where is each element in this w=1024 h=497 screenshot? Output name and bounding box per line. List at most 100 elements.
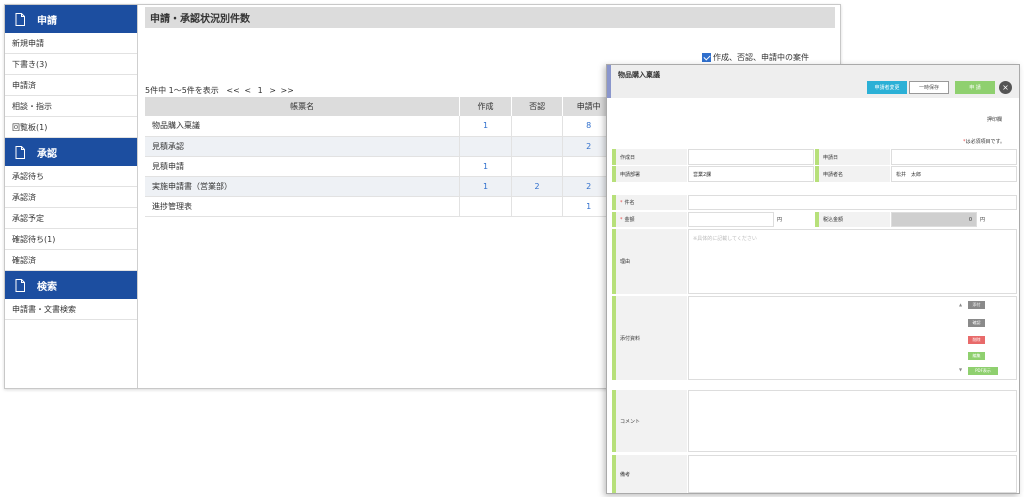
subject-input[interactable] xyxy=(688,195,1017,210)
sidebar-item-confirmed[interactable]: 確認済 xyxy=(5,250,137,271)
count-link[interactable] xyxy=(459,136,512,157)
filter-checkbox[interactable]: 作成、否認、申請中の案件 xyxy=(702,52,809,63)
required-note: *は必須項目です。 xyxy=(963,138,1005,145)
required-mark: * xyxy=(620,216,623,223)
pager-last[interactable]: >> xyxy=(280,86,293,95)
confirm-attachment-button[interactable]: 確認 xyxy=(968,319,985,327)
required-mark: * xyxy=(620,199,623,206)
sidebar-item-awaiting-confirm[interactable]: 確認待ち(1) xyxy=(5,229,137,250)
pager-first[interactable]: << xyxy=(226,86,239,95)
count-link[interactable] xyxy=(459,196,512,217)
document-icon xyxy=(15,145,25,159)
amount-label: * 金額 xyxy=(612,212,687,227)
comment-textarea[interactable] xyxy=(688,390,1017,452)
sidebar-item-document-search[interactable]: 申請書・文書検索 xyxy=(5,299,137,320)
temp-save-button[interactable]: 一時保存 xyxy=(909,81,949,94)
pager-summary: 5件中 1～5件を表示 xyxy=(145,86,219,95)
sidebar-section-title: 申請 xyxy=(37,15,57,27)
status-table: 帳票名 作成 否認 申請中 物品購入稟議 1 8 見積承認 2 見積申請 1 実… xyxy=(145,97,615,217)
form-name-cell: 実施申請書（営業部） xyxy=(145,176,461,197)
count-link[interactable]: 1 xyxy=(459,176,512,197)
reason-label: 理由 xyxy=(612,229,687,294)
document-icon xyxy=(15,12,25,26)
count-link[interactable] xyxy=(511,196,564,217)
subject-label: * 件名 xyxy=(612,195,687,210)
apply-dept-label: 申請部署 xyxy=(612,166,687,182)
attach-file-button[interactable]: 添付 xyxy=(968,301,985,309)
count-link[interactable]: 1 xyxy=(459,156,512,177)
tax-amount-unit: 円 xyxy=(980,217,986,223)
amount-unit: 円 xyxy=(777,217,783,223)
sidebar-section-search: 検索 xyxy=(5,271,137,299)
apply-date-field[interactable] xyxy=(891,149,1017,165)
column-header-created: 作成 xyxy=(459,97,512,116)
count-link[interactable] xyxy=(511,116,564,137)
sidebar-item-approved[interactable]: 承認済 xyxy=(5,187,137,208)
dialog-title: 物品購入稟議 xyxy=(618,71,660,79)
attachments-label: 添付資料 xyxy=(612,296,687,380)
remarks-label: 備考 xyxy=(612,455,687,493)
purchase-request-dialog: 物品購入稟議 申請者変更 一時保存 申 請 × 押印欄 *は必須項目です。 作成… xyxy=(606,64,1020,494)
sidebar-item-awaiting-approval[interactable]: 承認待ち xyxy=(5,166,137,187)
created-date-field[interactable] xyxy=(688,149,814,165)
delete-attachment-button[interactable]: 削除 xyxy=(968,336,985,344)
sidebar-item-new-application[interactable]: 新規申請 xyxy=(5,33,137,54)
subject-label-text: 件名 xyxy=(624,200,635,206)
tax-amount-label: 税込金額 xyxy=(815,212,890,227)
sidebar-section-title: 承認 xyxy=(37,148,57,160)
form-name-cell: 見積申請 xyxy=(145,156,461,177)
count-link[interactable]: 1 xyxy=(459,116,512,137)
page-title: 申請・承認状況別件数 xyxy=(145,7,835,28)
close-icon[interactable]: × xyxy=(999,81,1012,94)
sidebar: 申請 新規申請 下書き(3) 申請済 相談・指示 回覧板(1) 承認 承認待ち … xyxy=(5,5,138,388)
pager-next[interactable]: > xyxy=(269,86,276,95)
pager-prev[interactable]: < xyxy=(244,86,251,95)
apply-button[interactable]: 申 請 xyxy=(955,81,995,94)
sidebar-section-apply: 申請 xyxy=(5,5,137,33)
form-name-cell: 物品購入稟議 xyxy=(145,116,461,137)
table-row: 物品購入稟議 1 8 xyxy=(145,116,615,137)
table-row: 見積承認 2 xyxy=(145,136,615,157)
apply-dept-field[interactable]: 営業2課 xyxy=(688,166,814,182)
column-header-rejected: 否認 xyxy=(511,97,564,116)
edit-attachment-button[interactable]: 編集 xyxy=(968,352,985,360)
column-header-form: 帳票名 xyxy=(145,97,461,116)
created-date-label: 作成日 xyxy=(612,149,687,165)
checkbox-checked-icon[interactable] xyxy=(702,53,711,62)
table-row: 進捗管理表 1 xyxy=(145,196,615,217)
table-row: 実施申請書（営業部） 1 2 2 xyxy=(145,176,615,197)
document-icon xyxy=(15,278,25,292)
amount-input[interactable] xyxy=(688,212,774,227)
pager-page[interactable]: 1 xyxy=(258,86,263,95)
comment-label: コメント xyxy=(612,390,687,452)
table-row: 見積申請 1 xyxy=(145,156,615,177)
change-applicant-button[interactable]: 申請者変更 xyxy=(867,81,907,94)
sidebar-item-drafts[interactable]: 下書き(3) xyxy=(5,54,137,75)
required-note-text: は必須項目です。 xyxy=(965,139,1006,145)
sidebar-item-scheduled-approval[interactable]: 承認予定 xyxy=(5,208,137,229)
sidebar-item-applied[interactable]: 申請済 xyxy=(5,75,137,96)
scroll-up-icon[interactable]: ▲ xyxy=(959,302,962,307)
table-header-row: 帳票名 作成 否認 申請中 xyxy=(145,97,615,116)
form-name-cell: 進捗管理表 xyxy=(145,196,461,217)
sidebar-item-circular[interactable]: 回覧板(1) xyxy=(5,117,137,138)
count-link[interactable] xyxy=(511,156,564,177)
applicant-field[interactable]: 松井 太郎 xyxy=(891,166,1017,182)
amount-label-text: 金額 xyxy=(624,217,635,223)
scroll-down-icon[interactable]: ▼ xyxy=(959,367,962,372)
sidebar-item-consult[interactable]: 相談・指示 xyxy=(5,96,137,117)
seal-area-label: 押印欄 xyxy=(987,117,1003,123)
tax-amount-field: 0 xyxy=(891,212,977,227)
apply-date-label: 申請日 xyxy=(815,149,890,165)
pdf-view-button[interactable]: PDF表示 xyxy=(968,367,998,375)
remarks-textarea[interactable] xyxy=(688,455,1017,493)
form-name-cell: 見積承認 xyxy=(145,136,461,157)
reason-textarea[interactable]: ※具体的に記載してください xyxy=(688,229,1017,294)
count-link[interactable]: 2 xyxy=(511,176,564,197)
count-link[interactable] xyxy=(511,136,564,157)
sidebar-section-title: 検索 xyxy=(37,281,57,293)
pager: 5件中 1～5件を表示 << < 1 > >> xyxy=(145,85,294,96)
sidebar-section-approval: 承認 xyxy=(5,138,137,166)
applicant-label: 申請者名 xyxy=(815,166,890,182)
filter-checkbox-label: 作成、否認、申請中の案件 xyxy=(713,53,809,62)
